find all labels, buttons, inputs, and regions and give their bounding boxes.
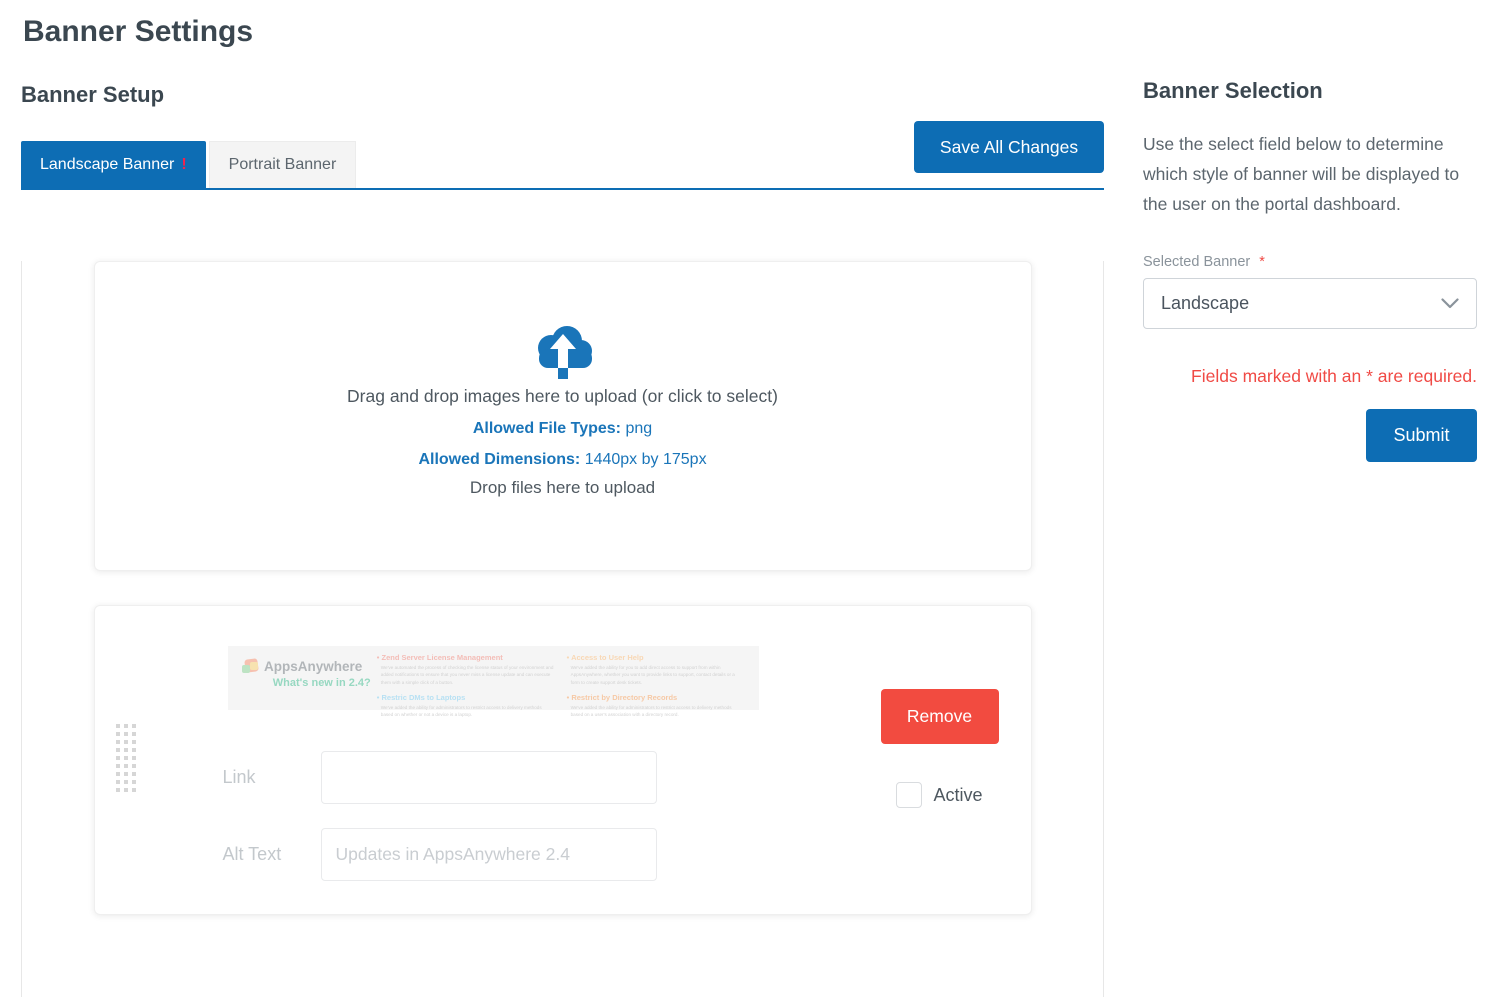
allowed-file-types-value: png	[625, 420, 652, 437]
submit-button[interactable]: Submit	[1366, 409, 1477, 462]
appsanywhere-logo-icon	[242, 659, 259, 674]
tab-portrait-label: Portrait Banner	[229, 156, 337, 174]
preview-subtitle: What's new in 2.4?	[273, 677, 371, 689]
tab-portrait-banner[interactable]: Portrait Banner	[209, 141, 357, 188]
banner-selection-description: Use the select field below to determine …	[1143, 129, 1477, 219]
preview-feature: Zend Server License Management We've aut…	[377, 653, 555, 686]
banner-item-card: AppsAnywhere What's new in 2.4? Zend Ser…	[94, 605, 1032, 915]
selected-banner-label: Selected Banner *	[1143, 254, 1477, 270]
active-checkbox[interactable]	[896, 782, 922, 808]
selected-banner-select[interactable]: Landscape	[1143, 278, 1477, 329]
allowed-dimensions: Allowed Dimensions: 1440px by 175px	[95, 451, 1031, 469]
cloud-upload-icon	[531, 322, 595, 380]
banner-setup-section: Banner Settings Banner Setup Landscape B…	[21, 0, 1104, 997]
drag-handle-icon[interactable]	[116, 724, 136, 792]
banner-settings-page: Banner Settings Banner Setup Landscape B…	[0, 0, 1503, 997]
landscape-banner-panel: Drag and drop images here to upload (or …	[21, 261, 1104, 997]
preview-feature: Access to User Help We've added the abil…	[567, 653, 745, 686]
banner-selection-heading: Banner Selection	[1143, 78, 1477, 104]
preview-feature-title: Access to User Help	[567, 653, 745, 662]
alt-text-input[interactable]	[321, 828, 657, 881]
allowed-dimensions-value: 1440px by 175px	[585, 451, 707, 468]
required-asterisk: *	[1259, 254, 1265, 270]
preview-feature: Restrict by Directory Records We've adde…	[567, 693, 745, 719]
preview-feature-body: We've automated the process of checking …	[377, 664, 555, 686]
alt-text-label: Alt Text	[223, 828, 282, 881]
save-all-changes-button[interactable]: Save All Changes	[914, 121, 1104, 173]
preview-feature-title: Restrict by Directory Records	[567, 693, 745, 702]
tab-landscape-label: Landscape Banner	[40, 156, 174, 174]
chevron-down-icon	[1441, 298, 1459, 309]
selected-banner-label-text: Selected Banner	[1143, 254, 1250, 270]
active-label: Active	[934, 782, 983, 808]
page-title: Banner Settings	[23, 15, 1104, 49]
required-fields-note: Fields marked with an * are required.	[1143, 366, 1477, 387]
preview-brand-block: AppsAnywhere What's new in 2.4?	[234, 653, 371, 705]
preview-feature-column: Access to User Help We've added the abil…	[561, 653, 751, 705]
preview-feature: Restric DMs to Laptops We've added the a…	[377, 693, 555, 719]
selected-banner-value: Landscape	[1161, 293, 1249, 314]
remove-banner-button[interactable]: Remove	[881, 689, 999, 744]
banner-selection-section: Banner Selection Use the select field be…	[1143, 0, 1477, 462]
upload-dropzone[interactable]: Drag and drop images here to upload (or …	[94, 261, 1032, 571]
allowed-file-types: Allowed File Types: png	[95, 420, 1031, 438]
tab-landscape-banner[interactable]: Landscape Banner !	[21, 141, 206, 188]
preview-brand-name: AppsAnywhere	[264, 659, 362, 674]
tab-list: Landscape Banner ! Portrait Banner	[21, 141, 356, 188]
preview-feature-title: Restric DMs to Laptops	[377, 693, 555, 702]
link-input[interactable]	[321, 751, 657, 804]
allowed-file-types-label: Allowed File Types:	[473, 420, 621, 437]
preview-feature-title: Zend Server License Management	[377, 653, 555, 662]
allowed-dimensions-label: Allowed Dimensions:	[418, 451, 580, 468]
banner-preview-image[interactable]: AppsAnywhere What's new in 2.4? Zend Ser…	[228, 646, 759, 710]
drop-files-text: Drop files here to upload	[95, 478, 1031, 498]
dropzone-instruction: Drag and drop images here to upload (or …	[95, 386, 1031, 407]
link-label: Link	[223, 751, 256, 804]
preview-feature-body: We've added the ability for administrato…	[567, 704, 745, 719]
preview-feature-column: Zend Server License Management We've aut…	[371, 653, 561, 705]
banner-setup-heading: Banner Setup	[21, 82, 1104, 108]
preview-feature-body: We've added the ability for administrato…	[377, 704, 555, 719]
preview-feature-body: We've added the ability for you to add d…	[567, 664, 745, 686]
tab-bar: Landscape Banner ! Portrait Banner Save …	[21, 143, 1104, 190]
tab-alert-mark: !	[181, 156, 186, 174]
